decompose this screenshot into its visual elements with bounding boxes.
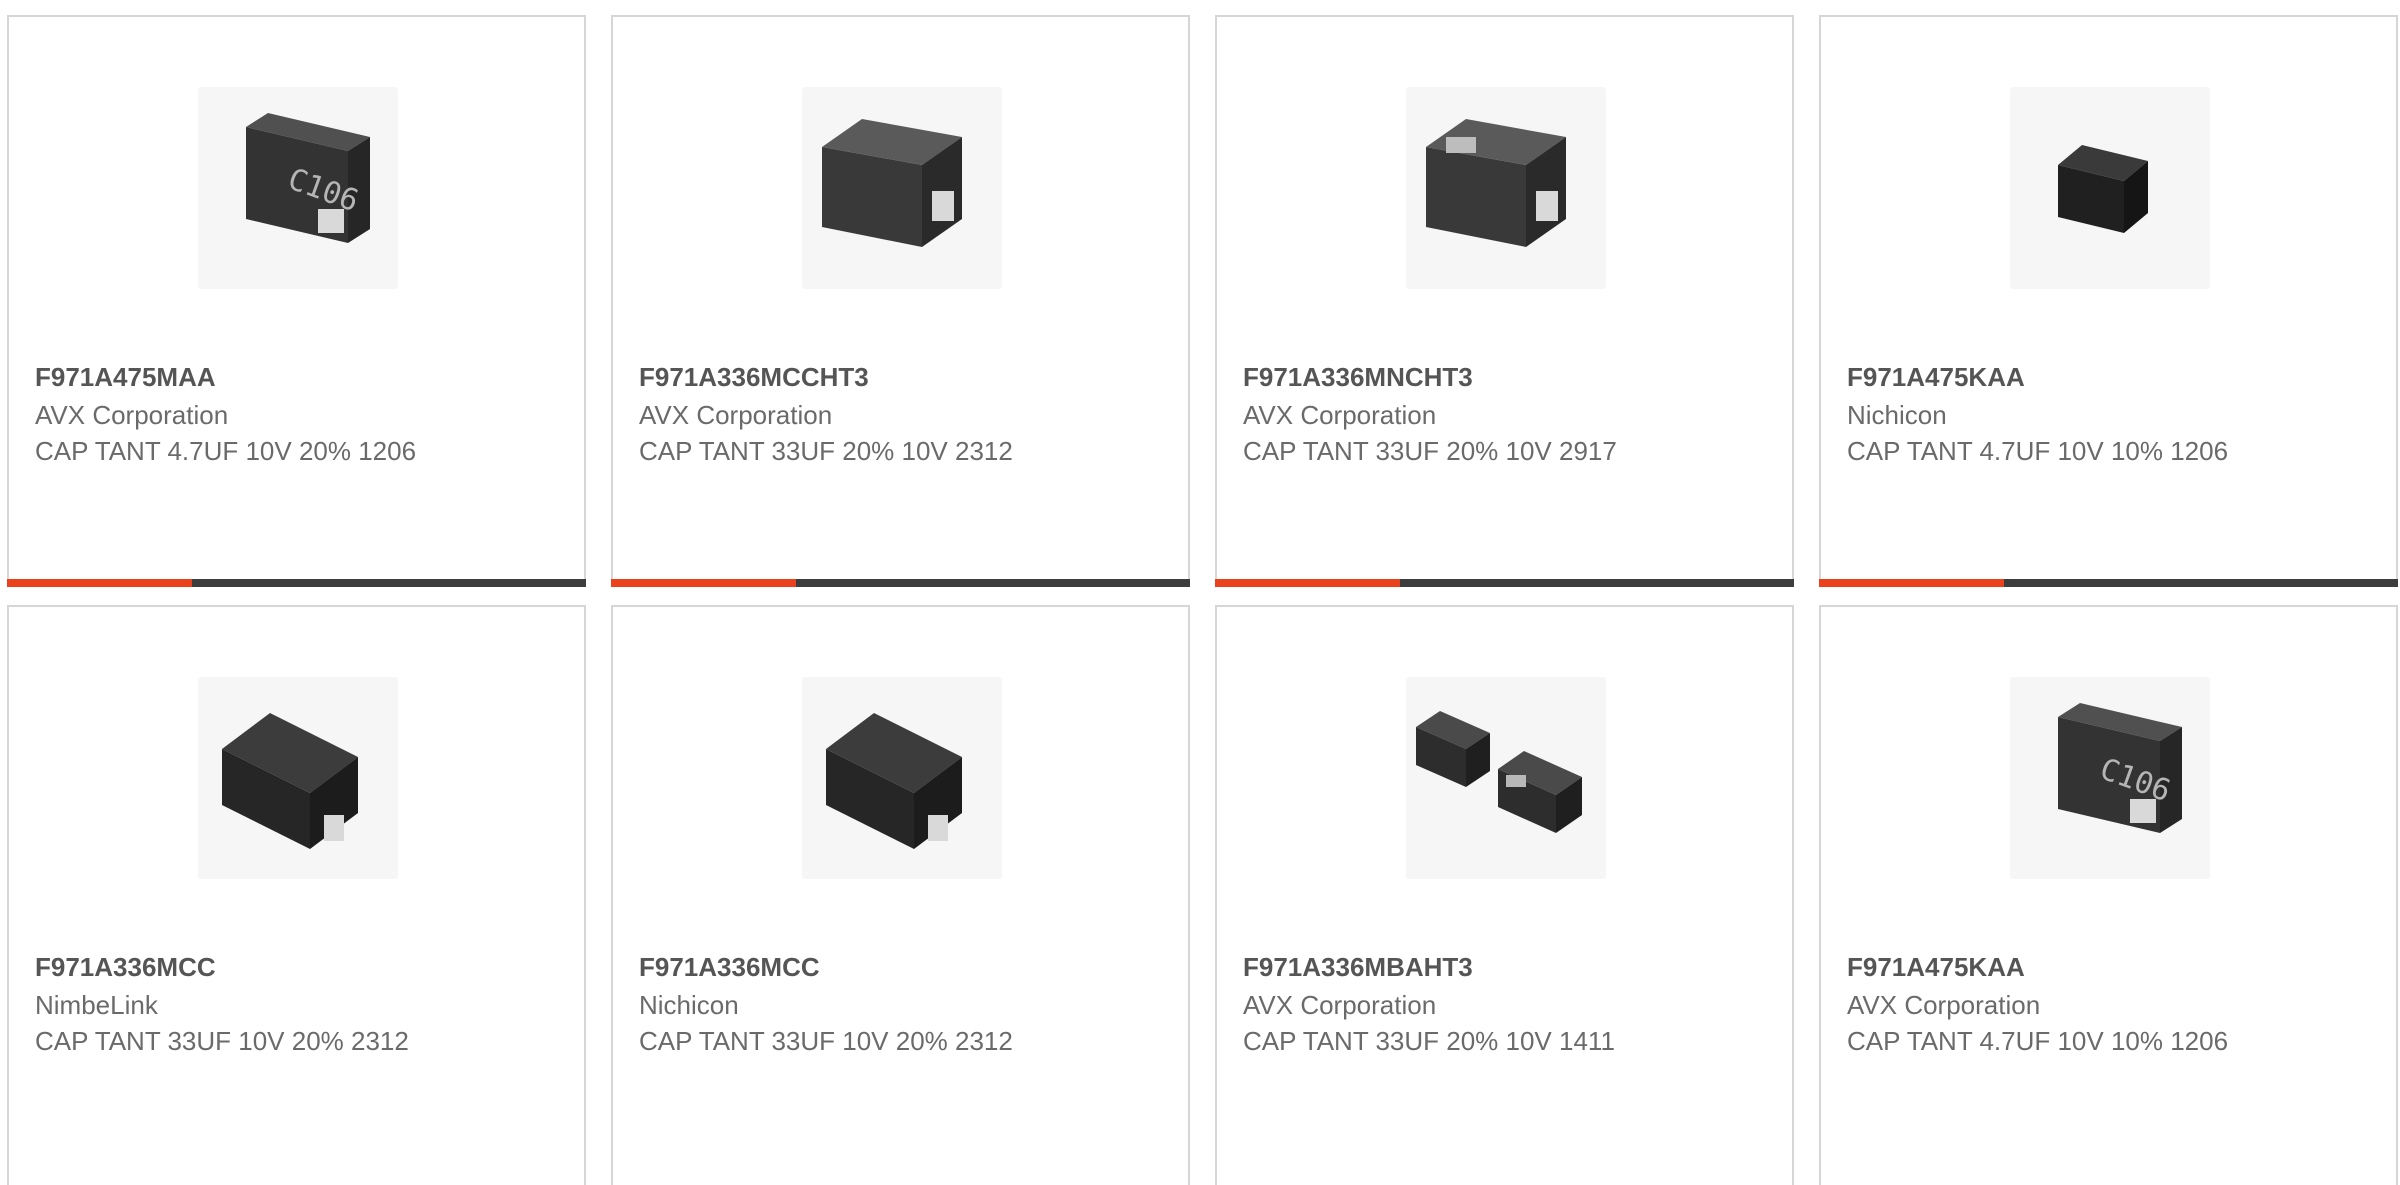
manufacturer: NimbeLink [35, 990, 158, 1020]
capacitor-icon [802, 87, 1002, 289]
description: CAP TANT 4.7UF 10V 10% 1206 [1847, 1026, 2229, 1056]
manufacturer: AVX Corporation [639, 400, 833, 430]
capacitor-pair-icon [1406, 677, 1606, 879]
part-number[interactable]: F971A336MCCHT3 [639, 362, 869, 393]
part-number[interactable]: F971A336MBAHT3 [1243, 952, 1473, 983]
progress-bar [611, 579, 1190, 587]
progress-bar [1819, 579, 2398, 587]
part-number[interactable]: F971A336MCC [639, 952, 820, 983]
manufacturer: AVX Corporation [1243, 400, 1437, 430]
product-card[interactable]: F971A336MCC Nichicon CAP TANT 33UF 10V 2… [611, 605, 1190, 1185]
progress-bar [7, 579, 586, 587]
part-number[interactable]: F971A336MCC [35, 952, 216, 983]
description: CAP TANT 33UF 10V 20% 2312 [35, 1026, 409, 1056]
description: CAP TANT 33UF 20% 10V 2312 [639, 436, 1013, 466]
capacitor-icon [1406, 87, 1606, 289]
progress-fill [611, 579, 797, 587]
product-card[interactable]: C106 F971A475MAA AVX Corporation CAP TAN… [7, 15, 586, 587]
capacitor-c106-icon: C106 [2010, 677, 2210, 879]
product-card[interactable]: F971A336MNCHT3 AVX Corporation CAP TANT … [1215, 15, 1794, 587]
capacitor-icon [198, 677, 398, 879]
description: CAP TANT 33UF 20% 10V 2917 [1243, 436, 1617, 466]
manufacturer: AVX Corporation [35, 400, 229, 430]
product-card[interactable]: C106 F971A475KAA AVX Corporation CAP TAN… [1819, 605, 2398, 1185]
description: CAP TANT 4.7UF 10V 10% 1206 [1847, 436, 2229, 466]
product-card[interactable]: F971A336MCCHT3 AVX Corporation CAP TANT … [611, 15, 1190, 587]
description: CAP TANT 33UF 20% 10V 1411 [1243, 1026, 1615, 1056]
manufacturer: AVX Corporation [1243, 990, 1437, 1020]
progress-fill [7, 579, 193, 587]
description: CAP TANT 33UF 10V 20% 2312 [639, 1026, 1013, 1056]
capacitor-icon [802, 677, 1002, 879]
manufacturer: Nichicon [639, 990, 739, 1020]
capacitor-small-icon [2010, 87, 2210, 289]
progress-fill [1819, 579, 2005, 587]
part-number[interactable]: F971A336MNCHT3 [1243, 362, 1473, 393]
description: CAP TANT 4.7UF 10V 20% 1206 [35, 436, 417, 466]
product-card[interactable]: F971A475KAA Nichicon CAP TANT 4.7UF 10V … [1819, 15, 2398, 587]
product-card[interactable]: F971A336MCC NimbeLink CAP TANT 33UF 10V … [7, 605, 586, 1185]
manufacturer: AVX Corporation [1847, 990, 2041, 1020]
product-card[interactable]: F971A336MBAHT3 AVX Corporation CAP TANT … [1215, 605, 1794, 1185]
part-number[interactable]: F971A475KAA [1847, 362, 2025, 393]
capacitor-c106-icon: C106 [198, 87, 398, 289]
progress-bar [1215, 579, 1794, 587]
manufacturer: Nichicon [1847, 400, 1947, 430]
progress-fill [1215, 579, 1401, 587]
part-number[interactable]: F971A475KAA [1847, 952, 2025, 983]
part-number[interactable]: F971A475MAA [35, 362, 216, 393]
